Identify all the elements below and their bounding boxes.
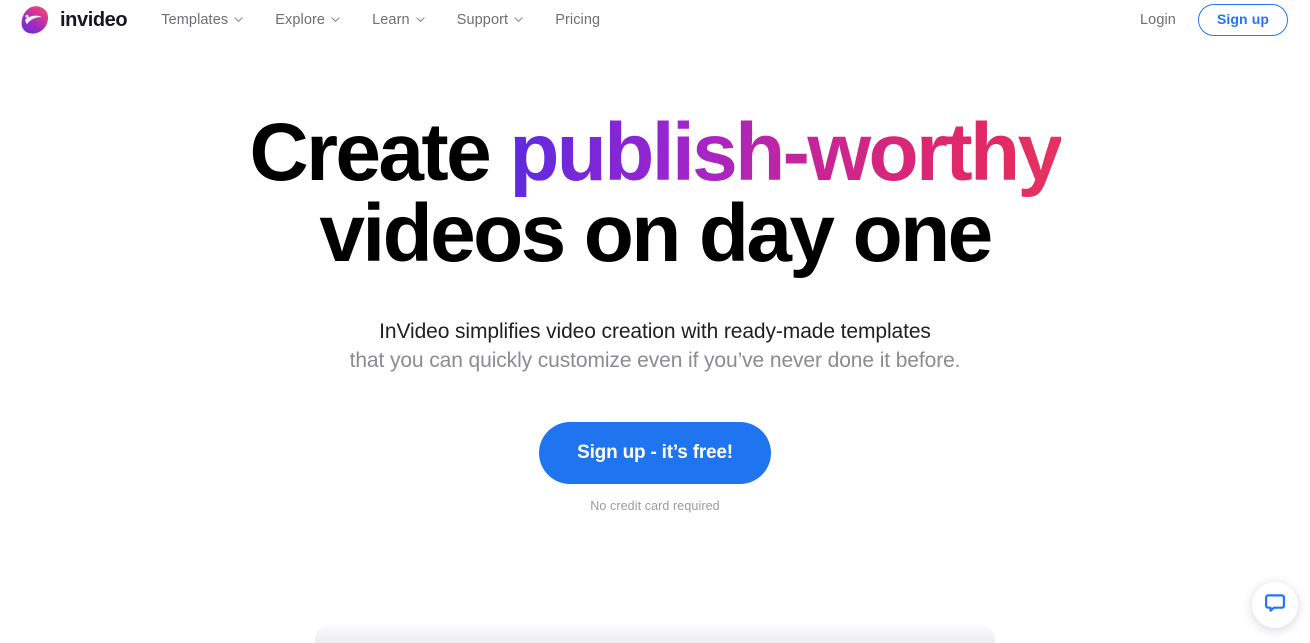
hero-subtitle: InVideo simplifies video creation with r… [0, 318, 1310, 376]
chevron-down-icon [416, 15, 425, 24]
nav-item-support[interactable]: Support [441, 6, 540, 34]
headline-plain-text: Create [249, 107, 510, 198]
nav-item-explore-label: Explore [275, 12, 326, 28]
main-navigation: Templates Explore Learn Support Pricing [161, 6, 616, 34]
brand-name: invideo [60, 9, 128, 31]
nav-item-support-label: Support [456, 12, 509, 28]
chevron-down-icon [234, 15, 243, 24]
video-preview-panel[interactable] [315, 625, 995, 643]
site-header: invideo Templates Explore Learn Support [0, 0, 1310, 40]
nav-item-pricing-label: Pricing [555, 12, 601, 28]
chevron-down-icon [331, 15, 340, 24]
hero-cta-group: Sign up - it’s free! No credit card requ… [0, 422, 1310, 513]
hero-section: Create publish-worthy videos on day one … [0, 40, 1310, 514]
headline-line-2: videos on day one [319, 188, 993, 280]
chevron-down-icon [514, 15, 523, 24]
brand-logo-link[interactable]: invideo [18, 3, 128, 37]
hero-subtitle-line-2: that you can quickly customize even if y… [349, 349, 961, 373]
signup-button[interactable]: Sign up [1197, 4, 1288, 36]
login-link[interactable]: Login [1140, 12, 1176, 28]
chat-support-button[interactable] [1252, 582, 1298, 628]
page-title: Create publish-worthy videos on day one [0, 112, 1310, 280]
nav-item-pricing[interactable]: Pricing [539, 6, 616, 34]
hero-subtitle-line-1: InVideo simplifies video creation with r… [379, 320, 931, 344]
chat-bubble-icon [1263, 591, 1287, 620]
nav-item-learn-label: Learn [372, 12, 410, 28]
nav-item-templates-label: Templates [161, 12, 229, 28]
header-actions: Login Sign up [1140, 4, 1292, 36]
headline-gradient-text: publish-worthy [509, 107, 1063, 198]
nav-item-templates[interactable]: Templates [161, 6, 259, 34]
signup-free-button[interactable]: Sign up - it’s free! [539, 422, 771, 485]
invideo-blob-logo-icon [18, 3, 52, 37]
no-credit-card-note: No credit card required [590, 499, 720, 514]
nav-item-explore[interactable]: Explore [259, 6, 356, 34]
nav-item-learn[interactable]: Learn [356, 6, 441, 34]
